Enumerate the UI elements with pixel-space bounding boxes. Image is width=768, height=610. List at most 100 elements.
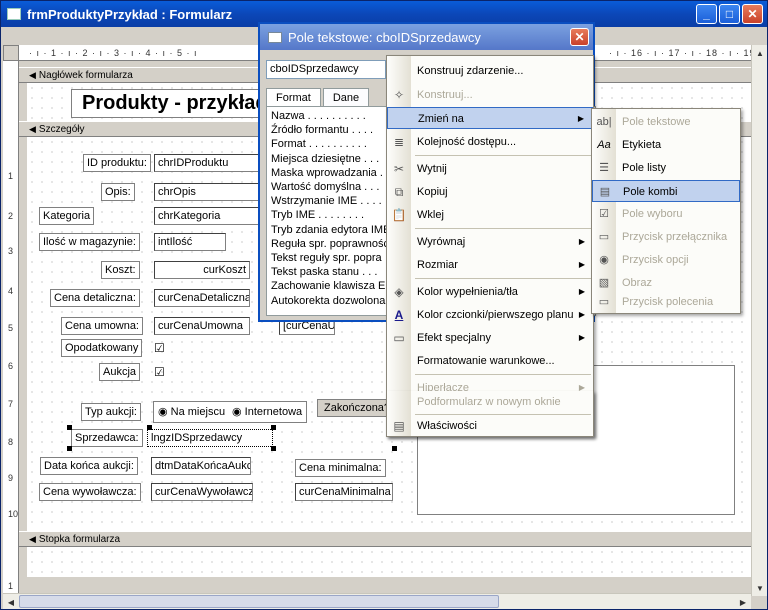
field-label[interactable]: Opis: (101, 183, 135, 201)
field-textbox[interactable]: curCenaDetaliczna (154, 289, 250, 307)
seller-label[interactable]: Sprzedawca: (71, 429, 143, 447)
footer-section-grid[interactable] (27, 547, 761, 577)
selection-handle[interactable] (147, 425, 152, 430)
form-title-label[interactable]: Produkty - przykład (71, 89, 279, 118)
menu-item-cut[interactable]: ✂ Wytnij (387, 158, 593, 180)
properties-icon (268, 31, 282, 43)
field-textbox[interactable]: curCenaWywoławcz. (151, 483, 253, 501)
menu-item-paste[interactable]: 📋 Wklej (387, 204, 593, 226)
special-effect-icon: ▭ (393, 331, 405, 345)
selection-handle[interactable] (271, 446, 276, 451)
auction-type-option-group[interactable]: ◉ Na miejscu ◉ Internetowa (153, 401, 307, 423)
field-label[interactable]: ID produktu: (83, 154, 151, 172)
scroll-up-icon[interactable]: ▲ (752, 45, 768, 61)
option-radio-online[interactable]: ◉ Internetowa (232, 405, 302, 418)
submenu-item-command-button[interactable]: ▭ Przycisk polecenia (592, 291, 740, 313)
scroll-left-icon[interactable]: ◀ (3, 594, 19, 610)
menu-item-copy[interactable]: ⧉ Kopiuj (387, 181, 593, 203)
field-label[interactable]: Cena umowna: (61, 317, 143, 335)
menu-item-tab-order[interactable]: ≣ Kolejność dostępu... (387, 131, 593, 153)
minimize-button[interactable]: _ (696, 4, 717, 24)
maximize-button[interactable]: □ (719, 4, 740, 24)
footer-section-bar[interactable]: ◀ Stopka formularza (19, 531, 761, 547)
window-title: frmProduktyPrzykład : Formularz (27, 6, 233, 22)
field-label[interactable]: Cena wywoławcza: (39, 483, 141, 501)
tab-format[interactable]: Format (266, 88, 321, 107)
option-button-icon: ◉ (599, 254, 609, 266)
submenu-item-label: Przycisk przełącznika (622, 231, 728, 243)
submenu-item-toggle-button[interactable]: ▭ Przycisk przełącznika (592, 226, 740, 248)
close-button[interactable]: ✕ (742, 4, 763, 24)
menu-item-subform-new-window[interactable]: Podformularz w nowym oknie (387, 391, 593, 413)
submenu-arrow-icon: ▶ (578, 260, 585, 269)
properties-titlebar[interactable]: Pole tekstowe: cboIDSprzedawcy (260, 24, 593, 50)
footer-section-label: Stopka formularza (38, 534, 121, 545)
menu-item-build-event[interactable]: Konstruuj zdarzenie... (387, 60, 593, 82)
field-label[interactable]: Cena detaliczna: (50, 289, 140, 307)
field-label[interactable]: Koszt: (101, 261, 140, 279)
field-textbox[interactable]: curCenaUmowna (154, 317, 250, 335)
auction-checkbox[interactable]: ☑ (154, 365, 165, 379)
field-textbox[interactable]: dtmDataKońcaAukcji (151, 457, 251, 475)
menu-item-conditional-formatting[interactable]: Formatowanie warunkowe... (387, 350, 593, 372)
field-label[interactable]: Kategoria (39, 207, 95, 225)
min-price-label[interactable]: Cena minimalna: (295, 459, 386, 477)
submenu-arrow-icon: ▶ (578, 333, 585, 342)
menu-item-properties[interactable]: ▤ Właściwości (387, 415, 593, 437)
vertical-scrollbar[interactable]: ▲ ▼ (751, 45, 767, 596)
menu-item-align[interactable]: Wyrównaj ▶ (387, 231, 593, 253)
submenu-item-label: Etykieta (622, 139, 662, 151)
object-selector-combo[interactable]: cboIDSprzedawcy (266, 60, 386, 79)
menu-item-fill-color[interactable]: ◈ Kolor wypełnienia/tła ▶ (387, 281, 593, 303)
taxed-checkbox[interactable]: ☑ (154, 341, 165, 355)
submenu-item-label: Pole tekstowe (622, 116, 691, 128)
selection-handle[interactable] (67, 425, 72, 430)
scissors-icon: ✂ (393, 162, 405, 176)
menu-item-label: Właściwości (417, 420, 477, 432)
properties-icon: ▤ (393, 419, 405, 433)
field-label[interactable]: Ilość w magazynie: (39, 233, 140, 251)
menu-item-label: Podformularz w nowym oknie (417, 396, 561, 408)
submenu-item-label: Obraz (622, 277, 652, 289)
submenu-item-textbox[interactable]: ab| Pole tekstowe (592, 111, 740, 133)
field-label[interactable]: Data końca aukcji: (40, 457, 138, 475)
menu-item-label: Konstruuj zdarzenie... (417, 65, 524, 77)
menu-separator (415, 278, 591, 279)
menu-item-special-effect[interactable]: ▭ Efekt specjalny ▶ (387, 327, 593, 349)
field-label[interactable]: Aukcja (99, 363, 141, 381)
option-label: Internetowa (244, 406, 303, 418)
option-radio-onsite[interactable]: ◉ Na miejscu (158, 405, 225, 418)
horizontal-scroll-thumb[interactable] (19, 595, 499, 608)
field-textbox[interactable]: chrIDProduktu (154, 154, 264, 172)
submenu-item-label: Przycisk opcji (622, 254, 689, 266)
selection-handle[interactable] (271, 425, 276, 430)
submenu-item-label-control[interactable]: Aa Etykieta (592, 134, 740, 156)
wand-icon: ✧ (393, 88, 405, 102)
field-textbox[interactable]: intIlość (154, 233, 226, 251)
min-price-textbox[interactable]: curCenaMinimalna (295, 483, 393, 501)
tab-data[interactable]: Dane (322, 88, 370, 107)
submenu-item-option-button[interactable]: ◉ Przycisk opcji (592, 249, 740, 271)
submenu-item-combobox[interactable]: ▤ Pole kombi (592, 180, 740, 202)
submenu-item-listbox[interactable]: ☰ Pole listy (592, 157, 740, 179)
vertical-ruler: 1 2 3 4 5 6 7 8 9 10 1 (3, 61, 19, 596)
menu-item-change-to[interactable]: Zmień na ▶ (387, 107, 593, 129)
field-textbox[interactable]: chrOpis (154, 183, 264, 201)
submenu-item-checkbox[interactable]: ☑ Pole wyboru (592, 203, 740, 225)
field-label[interactable]: Typ aukcji: (81, 403, 141, 421)
horizontal-scrollbar[interactable]: ◀ ▶ (3, 593, 751, 609)
scroll-down-icon[interactable]: ▼ (752, 580, 768, 596)
scroll-right-icon[interactable]: ▶ (735, 594, 751, 610)
field-combobox[interactable]: chrKategoria (154, 207, 264, 225)
ruler-corner[interactable] (3, 45, 19, 61)
menu-item-font-color[interactable]: A Kolor czcionki/pierwszego planu ▶ (387, 304, 593, 326)
properties-close-button[interactable]: ✕ (570, 28, 589, 46)
ruler-mark: 6 (8, 361, 14, 371)
seller-combobox-selected[interactable]: lngzIDSprzedawcy (147, 429, 273, 447)
menu-item-size[interactable]: Rozmiar ▶ (387, 254, 593, 276)
selection-handle[interactable] (67, 446, 72, 451)
selection-handle[interactable] (392, 446, 397, 451)
field-textbox[interactable]: curKoszt (154, 261, 250, 279)
field-label[interactable]: Opodatkowany (61, 339, 143, 357)
menu-item-build[interactable]: ✧ Konstruuj... (387, 84, 593, 106)
